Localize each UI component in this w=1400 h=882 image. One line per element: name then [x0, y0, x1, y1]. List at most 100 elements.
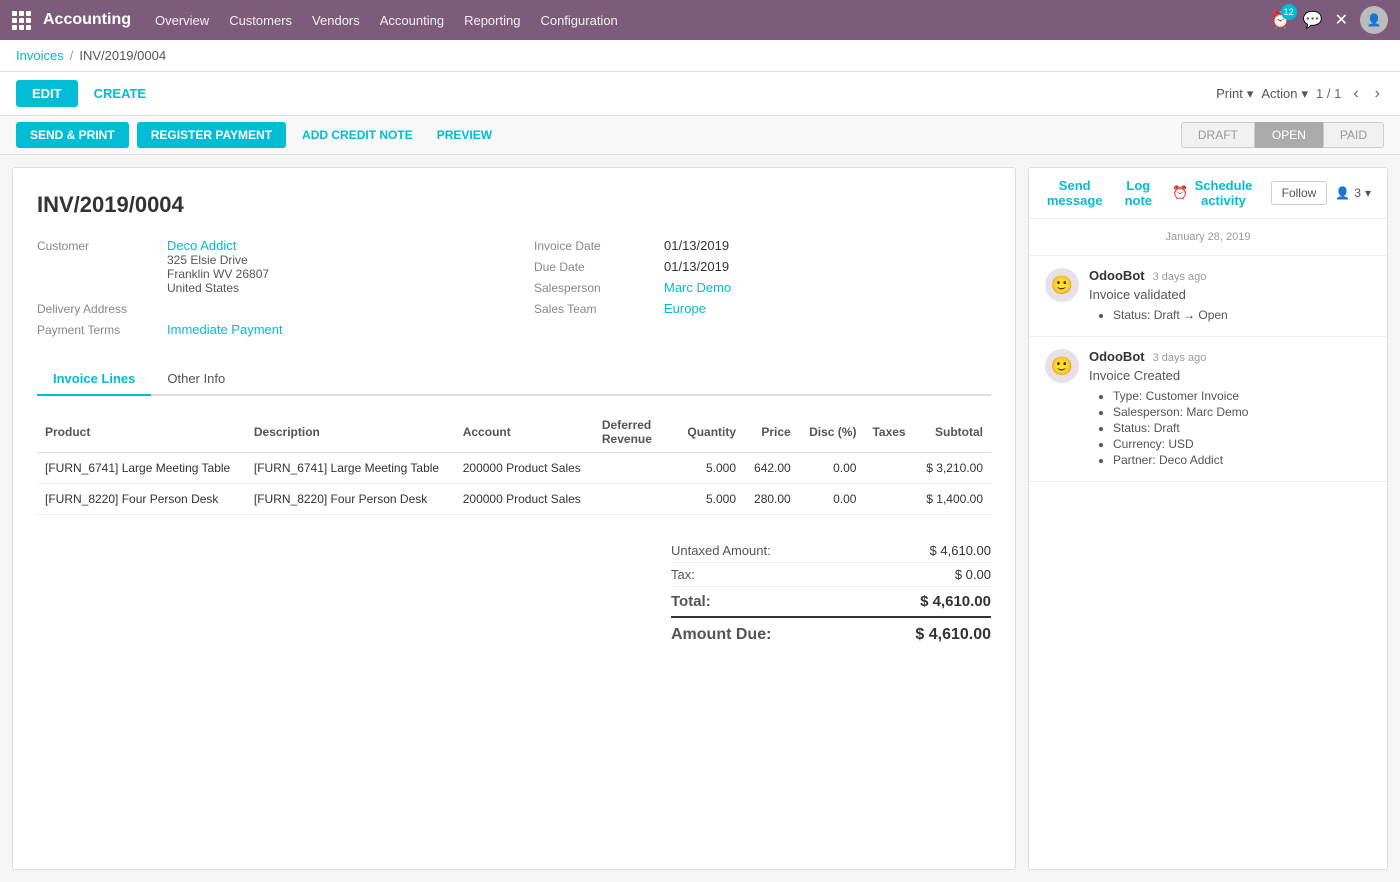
nav-overview[interactable]: Overview [155, 13, 209, 28]
log-note-button[interactable]: Log note [1120, 178, 1156, 208]
clock-icon: ⏰ [1172, 185, 1188, 201]
cell-subtotal: $ 3,210.00 [915, 453, 991, 484]
action-bar-right: Print ▾ Action ▾ 1 / 1 ‹ › [1216, 83, 1384, 105]
status-paid: PAID [1323, 122, 1384, 148]
follow-button[interactable]: Follow [1271, 181, 1328, 205]
delivery-address-label: Delivery Address [37, 301, 167, 316]
send-message-button[interactable]: Send message [1045, 178, 1104, 208]
create-button[interactable]: CREATE [86, 80, 154, 107]
breadcrumb: Invoices / INV/2019/0004 [0, 40, 1400, 72]
breadcrumb-parent[interactable]: Invoices [16, 48, 64, 63]
cell-disc: 0.00 [799, 453, 865, 484]
due-date-row: Due Date 01/13/2019 [534, 259, 991, 274]
add-credit-note-button[interactable]: ADD CREDIT NOTE [294, 122, 421, 148]
action-dropdown-icon: ▾ [1302, 86, 1309, 102]
app-name: Accounting [43, 11, 131, 29]
invoice-date-row: Invoice Date 01/13/2019 [534, 238, 991, 253]
sales-team-value: Europe [664, 301, 706, 316]
total-label: Total: [671, 593, 711, 610]
col-quantity: Quantity [677, 412, 744, 453]
invoice-date-label: Invoice Date [534, 238, 664, 253]
register-payment-button[interactable]: REGISTER PAYMENT [137, 122, 286, 148]
status-draft: DRAFT [1181, 122, 1255, 148]
untaxed-amount-row: Untaxed Amount: $ 4,610.00 [671, 539, 991, 563]
edit-button[interactable]: EDIT [16, 80, 78, 107]
cell-taxes [864, 453, 915, 484]
avatar[interactable]: 👤 [1360, 6, 1388, 34]
nav-configuration[interactable]: Configuration [540, 13, 617, 28]
tab-invoice-lines[interactable]: Invoice Lines [37, 363, 151, 396]
nav-vendors[interactable]: Vendors [312, 13, 360, 28]
send-print-button[interactable]: SEND & PRINT [16, 122, 129, 148]
secondary-bar: SEND & PRINT REGISTER PAYMENT ADD CREDIT… [0, 116, 1400, 155]
nav-customers[interactable]: Customers [229, 13, 292, 28]
customer-label: Customer [37, 238, 167, 253]
prev-record-button[interactable]: ‹ [1349, 83, 1362, 105]
amount-due-row: Amount Due: $ 4,610.00 [671, 618, 991, 652]
chatter-bullet-item: Status: Draft [1113, 421, 1371, 435]
schedule-activity-button[interactable]: ⏰ Schedule activity [1172, 178, 1254, 208]
chatter-bullet-item: Currency: USD [1113, 437, 1371, 451]
nav-accounting[interactable]: Accounting [380, 13, 444, 28]
main-layout: INV/2019/0004 Customer Deco Addict 325 E… [0, 155, 1400, 882]
followers-badge: 👤 3 ▾ [1335, 186, 1371, 200]
tab-other-info[interactable]: Other Info [151, 363, 241, 396]
cell-description: [FURN_8220] Four Person Desk [246, 484, 455, 515]
amount-due-label: Amount Due: [671, 626, 771, 644]
payment-terms-row: Payment Terms Immediate Payment [37, 322, 494, 337]
address-line-2: Franklin WV 26807 [167, 267, 269, 281]
cell-deferred [594, 484, 677, 515]
chatter-msg-body: OdooBot 3 days ago Invoice validated Sta… [1089, 268, 1371, 324]
chatter-bullet-list: Status: Draft → Open [1089, 308, 1371, 322]
notification-icon[interactable]: ⏰ 12 [1271, 10, 1291, 30]
col-deferred: Deferred Revenue [594, 412, 677, 453]
due-date-value: 01/13/2019 [664, 259, 729, 274]
notification-badge: 12 [1281, 4, 1297, 20]
print-dropdown-icon: ▾ [1247, 86, 1254, 102]
customer-name-link[interactable]: Deco Addict [167, 238, 236, 253]
sales-team-label: Sales Team [534, 301, 664, 316]
status-buttons: DRAFT OPEN PAID [1181, 122, 1384, 148]
sales-team-link[interactable]: Europe [664, 301, 706, 316]
navbar-menu: Overview Customers Vendors Accounting Re… [155, 13, 1263, 28]
totals-table: Untaxed Amount: $ 4,610.00 Tax: $ 0.00 T… [671, 539, 991, 652]
print-button[interactable]: Print ▾ [1216, 86, 1253, 102]
breadcrumb-current: INV/2019/0004 [79, 48, 166, 63]
cell-subtotal: $ 1,400.00 [915, 484, 991, 515]
nav-reporting[interactable]: Reporting [464, 13, 520, 28]
followers-icon: 👤 [1335, 186, 1350, 200]
delivery-address-row: Delivery Address [37, 301, 494, 316]
payment-terms-link[interactable]: Immediate Payment [167, 322, 283, 337]
tax-value: $ 0.00 [955, 567, 991, 582]
untaxed-value: $ 4,610.00 [930, 543, 991, 558]
grid-menu-icon[interactable] [12, 11, 31, 30]
address-line-3: United States [167, 281, 269, 295]
table-row: [FURN_8220] Four Person Desk [FURN_8220]… [37, 484, 991, 515]
cell-deferred [594, 453, 677, 484]
total-row: Total: $ 4,610.00 [671, 587, 991, 618]
followers-dropdown-icon[interactable]: ▾ [1365, 186, 1371, 200]
cell-product: [FURN_6741] Large Meeting Table [37, 453, 246, 484]
chatter-message: 🙂 OdooBot 3 days ago Invoice validated S… [1029, 256, 1387, 337]
invoice-date-value: 01/13/2019 [664, 238, 729, 253]
info-grid: Customer Deco Addict 325 Elsie Drive Fra… [37, 238, 991, 343]
tabs: Invoice Lines Other Info [37, 363, 991, 396]
app-brand: Accounting [43, 11, 131, 29]
chatter-message: 🙂 OdooBot 3 days ago Invoice Created Typ… [1029, 337, 1387, 482]
preview-button[interactable]: PREVIEW [429, 122, 500, 148]
chat-icon[interactable]: 💬 [1303, 10, 1323, 30]
chatter-sender: OdooBot [1089, 349, 1145, 364]
followers-count: 3 [1354, 186, 1361, 200]
col-description: Description [246, 412, 455, 453]
cell-taxes [864, 484, 915, 515]
close-icon[interactable]: ✕ [1335, 10, 1348, 30]
cell-price: 642.00 [744, 453, 799, 484]
salesperson-link[interactable]: Marc Demo [664, 280, 731, 295]
invoice-number: INV/2019/0004 [37, 192, 991, 218]
action-button[interactable]: Action ▾ [1261, 86, 1308, 102]
cell-account: 200000 Product Sales [455, 453, 594, 484]
tax-row: Tax: $ 0.00 [671, 563, 991, 587]
cell-price: 280.00 [744, 484, 799, 515]
next-record-button[interactable]: › [1371, 83, 1384, 105]
table-header-row: Product Description Account Deferred Rev… [37, 412, 991, 453]
